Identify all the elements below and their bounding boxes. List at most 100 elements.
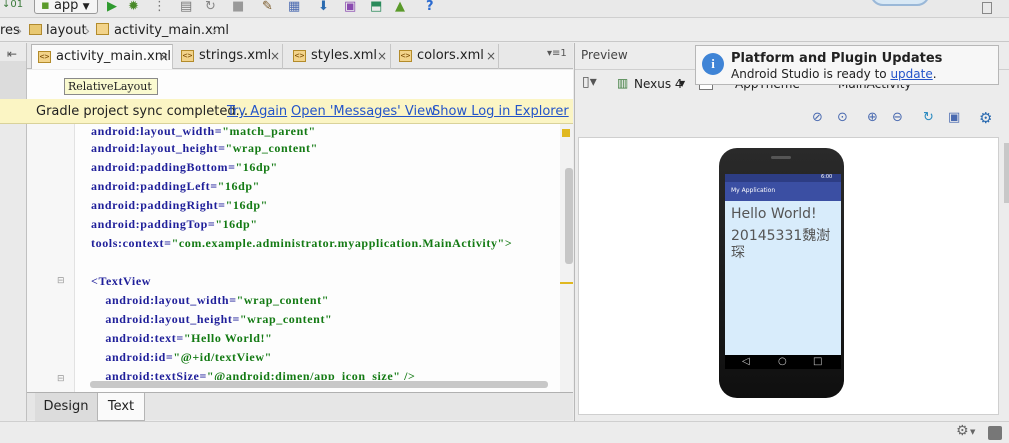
run-config-selector[interactable]: ▪ app ▼ <box>34 0 98 14</box>
code-value: "wrap_content" <box>236 293 330 307</box>
chevron-down-icon[interactable]: ▼ <box>679 79 685 88</box>
code-attr: tools:context= <box>91 236 172 250</box>
code-attr: android:layout_width= <box>91 293 237 307</box>
code-attr: android:id= <box>91 350 174 364</box>
tab-text[interactable]: Text <box>97 393 145 421</box>
vertical-scrollbar[interactable] <box>1004 143 1009 203</box>
notification-title: Platform and Plugin Updates <box>731 51 943 66</box>
editor-mode-tabs: Design Text <box>27 392 573 421</box>
debug-icon[interactable]: ✹ <box>128 0 139 13</box>
code-line: tools:context="com.example.administrator… <box>91 236 512 250</box>
structure-icon[interactable]: ▦ <box>288 0 300 13</box>
help-icon[interactable]: ? <box>426 0 434 13</box>
fold-icon[interactable]: ⊟ <box>57 374 65 384</box>
rendering-options-icon[interactable]: ▯▾ <box>582 74 597 90</box>
show-log-link[interactable]: Show Log in Explorer <box>432 103 569 120</box>
run-config-label: app <box>53 0 79 13</box>
profile-icon[interactable]: ▤ <box>180 0 192 13</box>
warning-marker[interactable] <box>562 129 570 137</box>
camera-icon[interactable]: ▣ <box>948 110 960 125</box>
vertical-scrollbar[interactable] <box>565 168 573 264</box>
notification-body: Android Studio is ready to update. <box>731 67 937 81</box>
settings-gear-icon[interactable]: ⚙ <box>956 423 969 439</box>
avd-icon[interactable]: ▣ <box>344 0 356 13</box>
event-log-icon[interactable] <box>988 426 1002 440</box>
notification-body-suffix: . <box>932 67 937 81</box>
code-line: android:paddingRight="16dp" <box>91 198 268 212</box>
tab-design[interactable]: Design <box>35 393 97 421</box>
code-value: "com.example.administrator.myapplication… <box>171 236 513 250</box>
zoom-actual-icon[interactable]: ⊙ <box>837 110 848 125</box>
update-notification[interactable]: i Platform and Plugin Updates Android St… <box>695 45 999 85</box>
notification-body-text: Android Studio is ready to <box>731 67 891 81</box>
code-value: "16dp" <box>215 217 258 231</box>
breadcrumb-item-layout[interactable]: layout <box>46 22 87 39</box>
breadcrumb-separator: › <box>84 21 91 40</box>
gear-icon[interactable]: ⚙ <box>979 109 992 127</box>
chevron-down-icon: ▼ <box>82 2 90 12</box>
speaker-icon <box>771 156 791 159</box>
tab-styles[interactable]: <> styles.xml × <box>287 44 391 69</box>
horizontal-scrollbar[interactable] <box>90 381 548 388</box>
status-bar: ⚙ ▼ <box>0 421 1009 443</box>
code-line: android:paddingTop="16dp" <box>91 217 258 231</box>
tab-colors[interactable]: <> colors.xml × <box>393 44 499 69</box>
open-messages-link[interactable]: Open 'Messages' View <box>291 103 436 120</box>
code-value: "16dp" <box>235 160 278 174</box>
sdk-manager-icon[interactable]: ⬒ <box>370 0 382 13</box>
collapse-icon[interactable]: ⇤ <box>7 47 17 61</box>
fold-icon[interactable]: ⊟ <box>57 276 65 286</box>
search-everywhere-icon[interactable] <box>870 0 930 6</box>
status-time: 6:00 <box>821 174 833 180</box>
breadcrumb: res › layout › activity_main.xml › <box>0 20 1009 42</box>
android-monitor-icon[interactable]: ▲ <box>395 0 405 13</box>
refresh-icon[interactable]: ↻ <box>923 110 934 125</box>
zoom-in-icon[interactable]: ⊕ <box>867 110 878 125</box>
reload-icon[interactable]: ↻ <box>205 0 216 13</box>
zoom-out-icon[interactable]: ⊖ <box>892 110 903 125</box>
download-icon[interactable]: ⬇ <box>318 0 329 13</box>
info-icon: i <box>702 53 724 75</box>
tabs-overflow-button[interactable]: ▾≡1 <box>547 48 567 59</box>
home-icon: ○ <box>778 356 787 367</box>
close-icon[interactable]: × <box>377 44 387 68</box>
main-toolbar: ↓01 ▪ app ▼ ▶ ✹ ⋮ ▤ ↻ ■ ✎ ▦ ⬇ ▣ ⬒ ▲ ? <box>0 0 1009 18</box>
device-selector[interactable]: Nexus 4 <box>634 77 683 91</box>
device-nav-bar: ◁ ○ □ <box>725 355 841 369</box>
tab-strings[interactable]: <> strings.xml × <box>175 44 283 69</box>
run-icon[interactable]: ▶ <box>107 0 117 13</box>
sync-icon[interactable]: ↓01 <box>2 0 23 11</box>
code-line: android:layout_width="wrap_content" <box>91 293 329 307</box>
code-line: android:layout_height="wrap_content" <box>91 141 318 155</box>
device-screen <box>725 174 841 369</box>
code-value: "wrap_content" <box>239 312 333 326</box>
sync-message: Gradle project sync completed... <box>36 104 248 119</box>
code-attr: android:layout_height= <box>91 141 226 155</box>
close-icon[interactable]: × <box>159 45 169 69</box>
code-attr: android:text= <box>91 331 184 345</box>
code-value: "@+id/textView" <box>173 350 272 364</box>
try-again-link[interactable]: Try Again <box>227 103 287 120</box>
stop-icon[interactable]: ■ <box>232 0 244 13</box>
xml-file-icon: <> <box>399 50 412 62</box>
code-attr: android:paddingBottom= <box>91 160 236 174</box>
update-link[interactable]: update <box>890 67 932 81</box>
chevron-down-icon[interactable]: ▼ <box>970 428 975 436</box>
xml-file-icon <box>96 23 109 35</box>
breadcrumb-separator: › <box>16 21 23 40</box>
code-line: <TextView <box>91 274 151 288</box>
close-icon[interactable]: × <box>486 44 496 68</box>
tooltip: RelativeLayout <box>64 78 158 95</box>
device-status-bar: 6:00 <box>725 174 841 182</box>
breadcrumb-separator: › <box>211 21 218 40</box>
gradle-sync-bar: Gradle project sync completed... Try Aga… <box>0 99 573 124</box>
tab-activity-main[interactable]: <> activity_main.xml × <box>31 44 173 69</box>
xml-file-icon: <> <box>181 50 194 62</box>
attach-icon[interactable]: ⋮ <box>153 0 166 13</box>
close-icon[interactable]: × <box>270 44 280 68</box>
window-icon[interactable] <box>982 2 992 14</box>
sdk-icon[interactable]: ✎ <box>262 0 273 13</box>
preview-title: Preview <box>581 48 628 62</box>
zoom-fit-icon[interactable]: ⊘ <box>812 110 823 125</box>
app-bar: My Application <box>725 182 841 201</box>
